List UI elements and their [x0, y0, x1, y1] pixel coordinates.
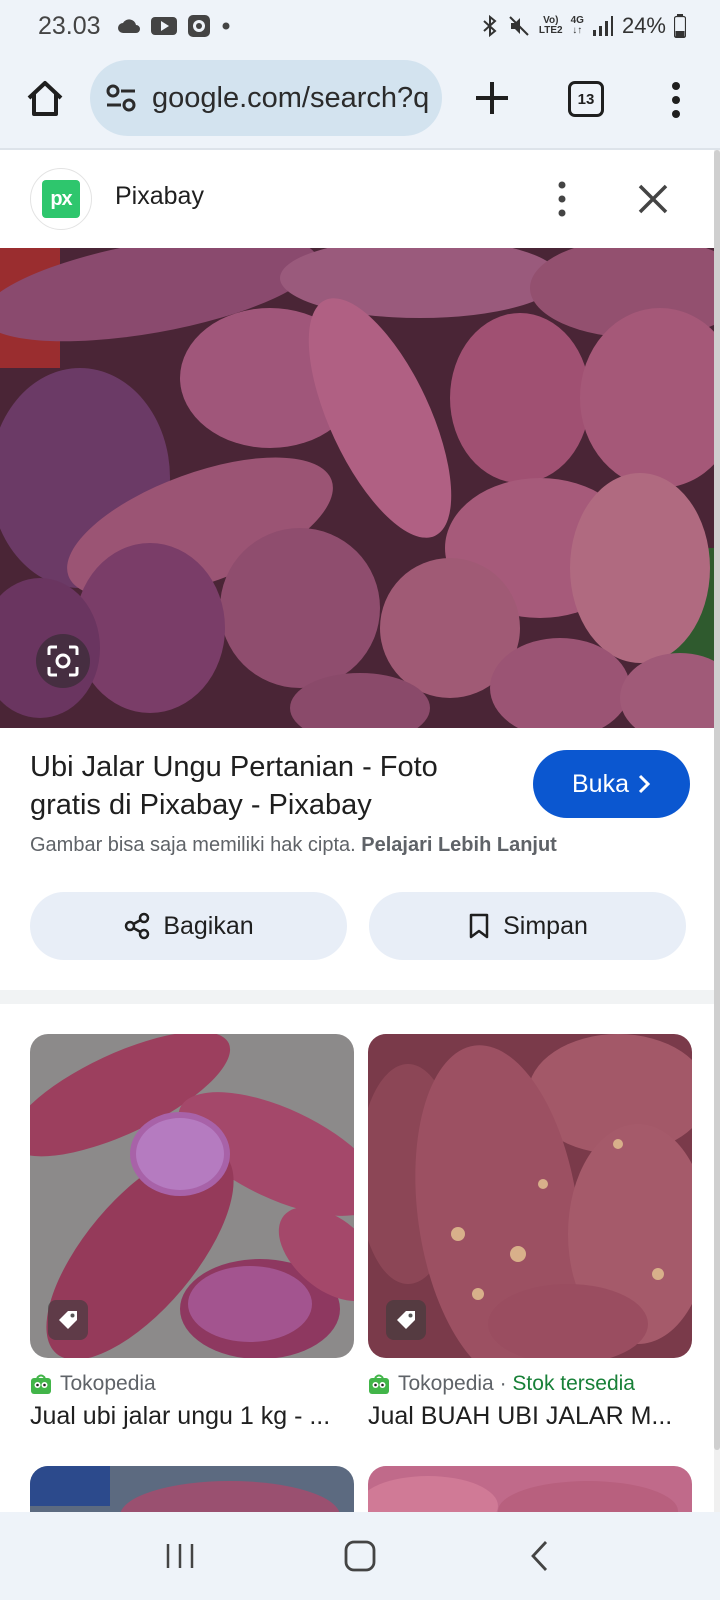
volte-bottom-text: LTE2 [538, 25, 563, 36]
home-nav-button[interactable] [338, 1534, 382, 1578]
close-button[interactable] [636, 182, 670, 216]
lens-icon [47, 645, 79, 677]
data-type-indicator: 4G ↓↑ [570, 15, 584, 36]
result-title-block: Ubi Jalar Ungu Pertanian - Foto gratis d… [30, 748, 500, 824]
tokopedia-icon [31, 1374, 51, 1394]
related-source-name: Tokopedia [60, 1372, 156, 1395]
tab-count-text: 13 [577, 90, 595, 108]
bluetooth-icon [481, 14, 499, 38]
share-label: Bagikan [163, 911, 254, 940]
related-source: Tokopedia [30, 1372, 354, 1396]
more-vert-icon [672, 82, 680, 118]
status-bar: 23.03 Vo) LTE2 4G ↓↑ 24% [0, 0, 720, 52]
mute-icon [507, 14, 531, 38]
new-tab-button[interactable] [472, 76, 512, 120]
related-image[interactable] [368, 1034, 692, 1358]
bookmark-icon [469, 913, 489, 939]
home-icon [27, 81, 63, 116]
source-name[interactable]: Pixabay [115, 182, 204, 211]
cloud-icon [117, 18, 141, 34]
source-logo[interactable]: px [30, 168, 92, 230]
tab-switcher-button[interactable]: 13 [568, 81, 604, 117]
chevron-right-icon [638, 774, 651, 794]
close-icon [638, 184, 668, 214]
section-divider [0, 990, 720, 1004]
share-button[interactable]: Bagikan [30, 892, 347, 960]
browser-menu-button[interactable] [664, 78, 688, 122]
recent-apps-icon [166, 1544, 194, 1568]
system-nav-bar [0, 1512, 720, 1600]
tokopedia-icon [369, 1374, 389, 1394]
related-card[interactable]: Tokopedia Jual ubi jalar ungu 1 kg - ... [30, 1034, 354, 1431]
share-icon [125, 912, 150, 940]
result-title[interactable]: Ubi Jalar Ungu Pertanian - Foto gratis d… [30, 748, 500, 824]
open-button-label: Buka [572, 769, 629, 798]
open-button[interactable]: Buka [533, 750, 690, 818]
browser-toolbar: google.com/search?q 13 [0, 52, 720, 150]
copyright-text: Gambar bisa saja memiliki hak cipta. [30, 834, 356, 856]
back-chevron-icon [531, 1541, 548, 1571]
stock-status: Stok tersedia [512, 1372, 635, 1395]
lens-search-button[interactable] [36, 634, 90, 688]
recent-apps-button[interactable] [158, 1534, 202, 1578]
save-button[interactable]: Simpan [369, 892, 686, 960]
related-source-name: Tokopedia [398, 1372, 494, 1395]
copyright-notice: Gambar bisa saja memiliki hak cipta. Pel… [30, 834, 557, 857]
source-more-button[interactable] [552, 178, 572, 220]
signal-icon [592, 15, 614, 37]
youtube-icon [150, 17, 177, 35]
related-card[interactable]: Tokopedia · Stok tersedia Jual BUAH UBI … [368, 1034, 692, 1431]
related-title[interactable]: Jual ubi jalar ungu 1 kg - ... [30, 1402, 354, 1431]
save-label: Simpan [503, 911, 588, 940]
learn-more-link[interactable]: Pelajari Lebih Lanjut [361, 834, 557, 856]
product-tag-icon [386, 1300, 426, 1340]
app-notification-icon [187, 14, 211, 38]
preview-image[interactable] [0, 248, 720, 728]
volte-indicator: Vo) LTE2 [539, 16, 563, 36]
status-time: 23.03 [38, 11, 101, 40]
related-source: Tokopedia · Stok tersedia [368, 1372, 692, 1396]
battery-icon [674, 14, 686, 38]
related-image[interactable] [30, 1034, 354, 1358]
more-vert-icon [558, 181, 566, 217]
separator-dot: · [493, 1372, 513, 1395]
back-button[interactable] [518, 1534, 562, 1578]
battery-percent: 24% [621, 13, 666, 38]
purple-sweet-potatoes-image [0, 248, 720, 728]
home-button[interactable] [24, 78, 66, 120]
scroll-thumb[interactable] [714, 150, 720, 1450]
product-tag-icon [48, 1300, 88, 1340]
data-type-text: 4G [570, 15, 584, 26]
url-text[interactable]: google.com/search?q [152, 82, 442, 115]
plus-icon [476, 82, 508, 114]
site-settings-icon[interactable] [104, 81, 138, 115]
related-title[interactable]: Jual BUAH UBI JALAR M... [368, 1402, 692, 1431]
address-bar[interactable]: google.com/search?q [90, 60, 442, 136]
more-notifications-dot-icon [221, 21, 231, 31]
action-row: Bagikan Simpan [30, 892, 686, 960]
scrollbar[interactable] [714, 150, 720, 1512]
home-square-icon [344, 1540, 376, 1572]
pixabay-logo-icon: px [42, 180, 80, 218]
source-header: px Pixabay [0, 150, 720, 248]
